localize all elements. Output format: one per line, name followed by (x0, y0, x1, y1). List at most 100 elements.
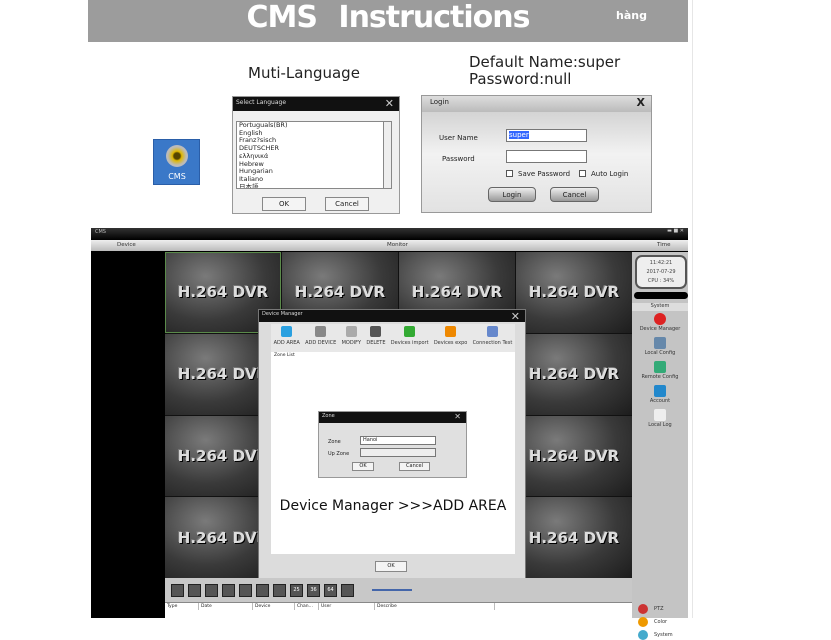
layout-button[interactable] (239, 583, 252, 597)
sidebar-item-ptz[interactable]: PTZ (632, 604, 688, 614)
sidebar-item-account[interactable]: Account (632, 385, 688, 404)
cancel-button[interactable]: Cancel (399, 462, 430, 471)
sidebar-item-color[interactable]: Color (632, 617, 688, 627)
menu-device[interactable]: Device (117, 242, 136, 248)
layout-button[interactable] (222, 583, 235, 597)
clock-panel: 11:42:21 2017-07-29 CPU : 34% (635, 255, 687, 289)
layout-button[interactable] (188, 583, 201, 597)
cancel-button[interactable]: Cancel (325, 197, 369, 211)
layout-button[interactable]: 25 (290, 583, 303, 597)
layout-button[interactable] (341, 583, 354, 597)
layout-button[interactable] (273, 583, 286, 597)
user-name-label: User Name (439, 134, 478, 142)
sidebar-item-remote-config[interactable]: Remote Config (632, 361, 688, 380)
toolbar-button-add-area[interactable]: ADD AREA (274, 324, 300, 352)
sidebar-item-device-manager[interactable]: Device Manager (632, 313, 688, 332)
log-column-header[interactable]: Date (199, 603, 253, 610)
sidebar-item-system[interactable]: System (632, 630, 688, 640)
user-name-input[interactable]: super (506, 129, 587, 142)
layout-button[interactable] (205, 583, 218, 597)
layout-button[interactable]: 64 (324, 583, 337, 597)
close-icon[interactable]: ✕ (454, 412, 461, 421)
sidebar-item-local-log[interactable]: Local Log (632, 409, 688, 428)
auto-login-checkbox[interactable]: Auto Login (579, 170, 628, 178)
login-button[interactable]: Login (488, 187, 536, 202)
zone-list-root[interactable]: Zone List (274, 353, 295, 358)
scrollbar[interactable] (383, 121, 392, 189)
password-label: Password (442, 155, 475, 163)
sidebar-label: Color (654, 619, 668, 625)
sidebar-icon (654, 361, 666, 373)
video-tile[interactable]: H.264 DVR (516, 252, 632, 333)
toolbar-button-connection-test[interactable]: Connection Test (472, 324, 513, 352)
layout-button[interactable] (171, 583, 184, 597)
password-input[interactable] (506, 150, 587, 163)
up-zone-label: Up Zone (328, 451, 350, 457)
desktop-icon-label: CMS (168, 172, 186, 181)
sidebar-label: PTZ (654, 606, 664, 612)
menu-monitor[interactable]: Monitor (387, 242, 408, 248)
close-icon[interactable]: ✕ (385, 97, 394, 110)
cancel-button[interactable]: Cancel (550, 187, 599, 202)
log-column-header[interactable]: User (319, 603, 375, 610)
sidebar-icon (638, 617, 648, 627)
volume-slider[interactable] (372, 589, 412, 591)
tool-icon (445, 326, 457, 337)
layout-button[interactable]: 36 (307, 583, 320, 597)
dialog-title: Login (430, 98, 449, 106)
sidebar-label: System (654, 632, 673, 638)
log-column-header[interactable]: Device (253, 603, 295, 610)
toolbar-button-modify[interactable]: MODIFY (342, 324, 361, 352)
save-password-label: Save Password (518, 170, 571, 178)
tool-label: ADD DEVICE (305, 340, 337, 346)
select-language-dialog: Select Language ✕ Portuguals(BR) English Fr… (232, 96, 400, 214)
sidebar-icon (654, 385, 666, 397)
sidebar-icon (654, 337, 666, 349)
menu-time[interactable]: Time (657, 242, 670, 248)
status-bar (634, 292, 688, 299)
toolbar-button-devices-import[interactable]: Devices import (391, 324, 429, 352)
up-zone-input[interactable] (360, 448, 436, 457)
log-column-header[interactable]: Describe (375, 603, 495, 610)
close-icon[interactable]: ✕ (511, 310, 520, 323)
toolbar-button-add-device[interactable]: ADD DEVICE (305, 324, 336, 352)
ok-button[interactable]: OK (262, 197, 306, 211)
video-tile[interactable]: H.264 DVR (516, 333, 632, 415)
language-option[interactable]: 日本語 (239, 183, 386, 188)
ok-button[interactable]: OK (352, 462, 374, 471)
video-tile[interactable]: H.264 DVR (516, 415, 632, 497)
user-name-value: super (509, 131, 529, 139)
toolbar-button-delete[interactable]: DELETE (366, 324, 386, 352)
banner-tag: hàng (616, 9, 647, 22)
tool-label: ADD AREA (273, 340, 300, 346)
sidebar-label: Remote Config (641, 374, 679, 380)
save-password-checkbox[interactable]: Save Password (506, 170, 570, 178)
menu-bar: Device Monitor Time (91, 240, 688, 251)
window-controls-icon[interactable]: ▬ ■ ✕ (667, 228, 684, 234)
tool-icon (404, 326, 416, 337)
dialog-title-bar: Zone ✕ (319, 412, 466, 423)
video-tile[interactable]: H.264 DVR (516, 497, 632, 578)
ok-button[interactable]: OK (375, 561, 407, 572)
log-column-header[interactable]: Type (165, 603, 199, 610)
divider (692, 0, 693, 618)
device-manager-dialog: Device Manager ✕ ADD AREA ADD DEVICE MODIFY… (258, 309, 526, 579)
sidebar-label: Local Config (644, 350, 676, 356)
instruction-caption: Device Manager >>>ADD AREA (279, 498, 507, 514)
toolbar-button-devices-expo[interactable]: Devices expo (434, 324, 467, 352)
sidebar-item-local-config[interactable]: Local Config (632, 337, 688, 356)
tool-label: Connection Test (472, 340, 513, 346)
window-title-bar: CMS ▬ ■ ✕ (91, 228, 688, 240)
language-list[interactable]: Portuguals(BR) English Franz?sisch DEUTSCHE… (236, 121, 387, 189)
close-icon[interactable]: X (637, 96, 645, 109)
banner: CMS Instructions hàng (88, 0, 688, 42)
zone-input[interactable]: Hanoi (360, 436, 436, 445)
layout-toolbar: 25 36 64 (165, 578, 632, 602)
webcam-icon (166, 145, 188, 167)
log-column-header[interactable]: Chan... (295, 603, 319, 610)
dialog-title: Select Language (236, 99, 287, 106)
layout-button[interactable] (256, 583, 269, 597)
right-sidebar: 11:42:21 2017-07-29 CPU : 34% System Dev… (632, 252, 688, 640)
cms-desktop-icon[interactable]: CMS (153, 139, 200, 185)
language-option[interactable]: Italiano (239, 175, 386, 184)
